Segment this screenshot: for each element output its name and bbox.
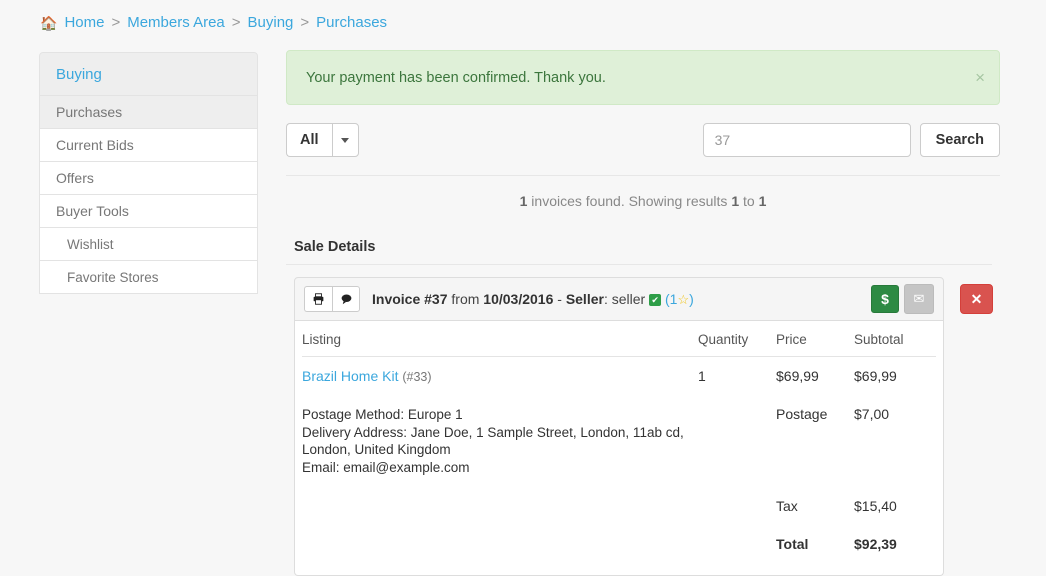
invoice-actions: $ ✉	[871, 284, 934, 314]
listing-link[interactable]: Brazil Home Kit	[302, 368, 398, 384]
total-spacer-cell-2	[698, 525, 776, 563]
delivery-address: Delivery Address: Jane Doe, 1 Sample Str…	[302, 424, 684, 458]
breadcrumb-link-purchases[interactable]: Purchases	[316, 12, 387, 34]
invoice-body: Listing Quantity Price Subtotal Brazil H…	[294, 321, 944, 576]
sale-details-section: Sale Details Invoice #37 from 10/03/2016…	[286, 239, 1000, 576]
breadcrumb-link-members-area[interactable]: Members Area	[127, 12, 225, 34]
close-icon[interactable]: ×	[975, 69, 985, 86]
sale-details-heading: Sale Details	[294, 239, 376, 255]
total-spacer-cell	[302, 525, 698, 563]
home-icon: 🏠	[40, 15, 58, 31]
total-label: Total	[776, 536, 809, 552]
listing-cell: Brazil Home Kit (#33)	[302, 357, 698, 396]
sidebar: Buying Purchases Current Bids Offers Buy…	[39, 52, 258, 294]
invoice-header: Invoice #37 from 10/03/2016 - Seller: se…	[294, 277, 944, 321]
results-summary: 1 invoices found. Showing results 1 to 1	[286, 193, 1000, 209]
sidebar-item-label: Offers	[56, 170, 94, 186]
listing-id: (#33)	[402, 370, 432, 384]
shipping-details-cell: Postage Method: Europe 1 Delivery Addres…	[302, 395, 698, 487]
breadcrumb-separator: >	[300, 14, 310, 31]
subtotal-cell: $69,99	[854, 368, 897, 384]
results-to: 1	[758, 193, 767, 209]
filter-dropdown-toggle[interactable]	[331, 123, 359, 157]
tax-value: $15,40	[854, 498, 897, 514]
seller-rating: (1☆)	[665, 291, 694, 307]
search-button[interactable]: Search	[919, 123, 1000, 157]
toolbar-divider	[286, 175, 1000, 176]
column-header-quantity: Quantity	[698, 321, 776, 357]
results-from: 1	[731, 193, 740, 209]
shipping-row: Postage Method: Europe 1 Delivery Addres…	[302, 395, 936, 487]
sidebar-item-buying[interactable]: Buying	[56, 66, 102, 83]
sidebar-item-favorite-stores[interactable]: Favorite Stores	[39, 261, 258, 294]
shipping-spacer-cell	[698, 395, 776, 487]
tax-label: Tax	[776, 498, 798, 514]
filter-all-button[interactable]: All	[286, 123, 332, 157]
breadcrumb: 🏠 Home > Members Area > Buying > Purchas…	[40, 12, 387, 34]
mail-icon: ✉	[904, 284, 934, 314]
postage-value: $7,00	[854, 406, 890, 422]
chevron-down-icon	[341, 137, 350, 143]
sidebar-item-buyer-tools[interactable]: Buyer Tools	[39, 195, 258, 228]
tax-spacer-cell-2	[698, 487, 776, 525]
invoice-number: Invoice #37	[372, 290, 448, 307]
results-text-to: to	[739, 193, 759, 209]
invoice-date: 10/03/2016	[483, 290, 554, 307]
sidebar-item-purchases[interactable]: Purchases	[39, 96, 258, 129]
sidebar-item-label: Favorite Stores	[67, 269, 159, 285]
column-header-subtotal: Subtotal	[854, 321, 936, 357]
filter-dropdown[interactable]: All	[286, 123, 359, 157]
sale-details-divider	[286, 264, 992, 265]
sidebar-item-label: Current Bids	[56, 137, 134, 153]
invoice-title: Invoice #37 from 10/03/2016 - Seller: se…	[372, 291, 694, 308]
invoice-from-label: from	[447, 290, 484, 307]
results-text-middle: invoices found. Showing results	[527, 193, 732, 209]
sidebar-item-offers[interactable]: Offers	[39, 162, 258, 195]
invoice-table: Listing Quantity Price Subtotal Brazil H…	[302, 321, 936, 563]
purchases-page: 🏠 Home > Members Area > Buying > Purchas…	[0, 0, 1046, 576]
sidebar-item-label: Buyer Tools	[56, 203, 129, 219]
buyer-email: Email: email@example.com	[302, 459, 470, 475]
search-area: Search	[702, 123, 1000, 157]
breadcrumb-separator: >	[231, 14, 241, 31]
postage-method: Postage Method: Europe 1	[302, 407, 463, 422]
print-icon[interactable]	[304, 286, 332, 312]
column-header-price: Price	[776, 321, 854, 357]
quantity-cell: 1	[698, 368, 706, 384]
pay-button[interactable]: $	[871, 285, 899, 313]
column-header-listing: Listing	[302, 321, 698, 357]
table-header-row: Listing Quantity Price Subtotal	[302, 321, 936, 357]
search-input[interactable]	[702, 123, 911, 157]
sidebar-header: Buying	[39, 52, 258, 96]
invoice-icon-group	[304, 286, 360, 312]
comment-icon[interactable]	[332, 286, 360, 312]
total-row: Total $92,39	[302, 525, 936, 563]
tax-spacer-cell	[302, 487, 698, 525]
invoice-separator: -	[553, 290, 566, 307]
sidebar-item-wishlist[interactable]: Wishlist	[39, 228, 258, 261]
verified-badge-icon: ✔	[649, 293, 662, 306]
sidebar-item-current-bids[interactable]: Current Bids	[39, 129, 258, 162]
breadcrumb-link-home[interactable]: Home	[64, 12, 104, 34]
seller-name: seller	[611, 290, 646, 307]
sidebar-item-label: Wishlist	[67, 236, 114, 252]
alert-message: Your payment has been confirmed. Thank y…	[306, 70, 606, 86]
star-icon: ☆	[677, 291, 690, 307]
seller-label: Seller	[565, 290, 604, 307]
breadcrumb-link-buying[interactable]: Buying	[248, 12, 294, 34]
success-alert: Your payment has been confirmed. Thank y…	[286, 50, 1000, 105]
rating-close: )	[689, 290, 694, 307]
invoice-card: Invoice #37 from 10/03/2016 - Seller: se…	[294, 277, 993, 576]
filter-search-toolbar: All Search	[286, 123, 1000, 157]
table-row: Brazil Home Kit (#33) 1 $69,99 $69,99	[302, 357, 936, 396]
price-cell: $69,99	[776, 368, 819, 384]
main-content: Your payment has been confirmed. Thank y…	[286, 50, 1000, 576]
tax-row: Tax $15,40	[302, 487, 936, 525]
breadcrumb-separator: >	[111, 14, 121, 31]
postage-label: Postage	[776, 406, 828, 422]
sidebar-item-label: Purchases	[56, 104, 123, 120]
seller-colon: :	[603, 290, 612, 307]
total-value: $92,39	[854, 536, 897, 552]
delete-invoice-button[interactable]: ✕	[960, 284, 993, 314]
